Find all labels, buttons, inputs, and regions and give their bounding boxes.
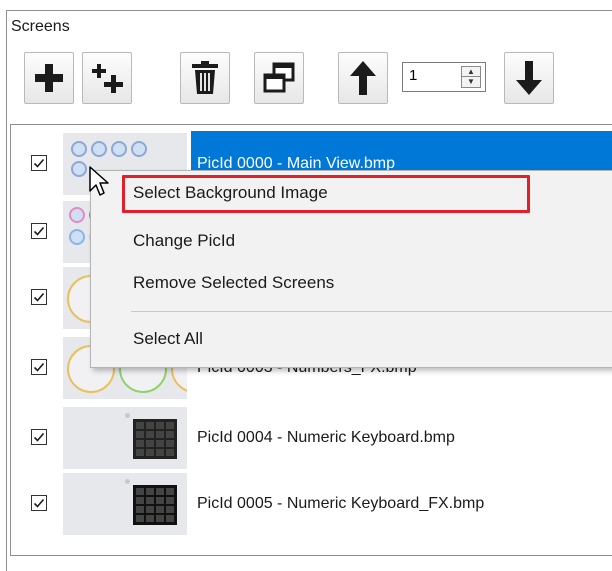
arrow-down-icon [516, 61, 542, 95]
screen-checkbox[interactable] [31, 495, 47, 511]
highlight-box [122, 175, 530, 213]
screen-checkbox[interactable] [31, 223, 47, 239]
spin-arrows[interactable]: ▲ ▼ [461, 66, 481, 88]
checkmark-icon [33, 432, 45, 442]
menu-separator [131, 311, 612, 312]
copy-icon [263, 62, 295, 93]
add-multiple-screens-button[interactable] [82, 52, 132, 104]
trash-icon [192, 61, 218, 94]
add-screen-button[interactable] [24, 52, 74, 104]
screen-index-spinbox[interactable]: 1 ▲ ▼ [402, 62, 486, 92]
plus-plus-icon [92, 64, 123, 93]
screen-index-value[interactable]: 1 [409, 67, 417, 84]
arrow-up-icon [350, 61, 376, 95]
menu-item-change-picid[interactable]: Change PicId [91, 225, 612, 259]
menu-item-remove-selected-screens[interactable]: Remove Selected Screens [91, 267, 612, 301]
checkmark-icon [33, 362, 45, 372]
checkmark-icon [33, 226, 45, 236]
list-item[interactable]: PicId 0004 - Numeric Keyboard.bmp [11, 405, 612, 471]
screens-group-title: Screens [9, 18, 72, 36]
screen-checkbox[interactable] [31, 429, 47, 445]
screen-thumbnail [63, 473, 187, 535]
duplicate-screen-button[interactable] [254, 52, 304, 104]
screen-checkbox[interactable] [31, 155, 47, 171]
screen-label: PicId 0004 - Numeric Keyboard.bmp [197, 429, 455, 446]
checkmark-icon [33, 498, 45, 508]
plus-icon [35, 64, 63, 92]
checkmark-icon [33, 158, 45, 168]
delete-screen-button[interactable] [180, 52, 230, 104]
menu-item-label: Select All [133, 329, 203, 348]
menu-item-select-all[interactable]: Select All [91, 323, 612, 357]
checkmark-icon [33, 292, 45, 302]
spin-up-icon[interactable]: ▲ [462, 67, 480, 77]
move-down-button[interactable] [504, 52, 554, 104]
spin-down-icon[interactable]: ▼ [462, 77, 480, 87]
menu-item-label: Change PicId [133, 231, 236, 250]
screen-checkbox[interactable] [31, 289, 47, 305]
screen-checkbox[interactable] [31, 359, 47, 375]
move-up-button[interactable] [338, 52, 388, 104]
screen-thumbnail [63, 407, 187, 469]
mouse-cursor-icon [89, 166, 109, 196]
screen-label: PicId 0005 - Numeric Keyboard_FX.bmp [197, 495, 485, 512]
menu-item-label: Remove Selected Screens [133, 273, 335, 292]
list-item[interactable]: PicId 0005 - Numeric Keyboard_FX.bmp [11, 471, 612, 537]
